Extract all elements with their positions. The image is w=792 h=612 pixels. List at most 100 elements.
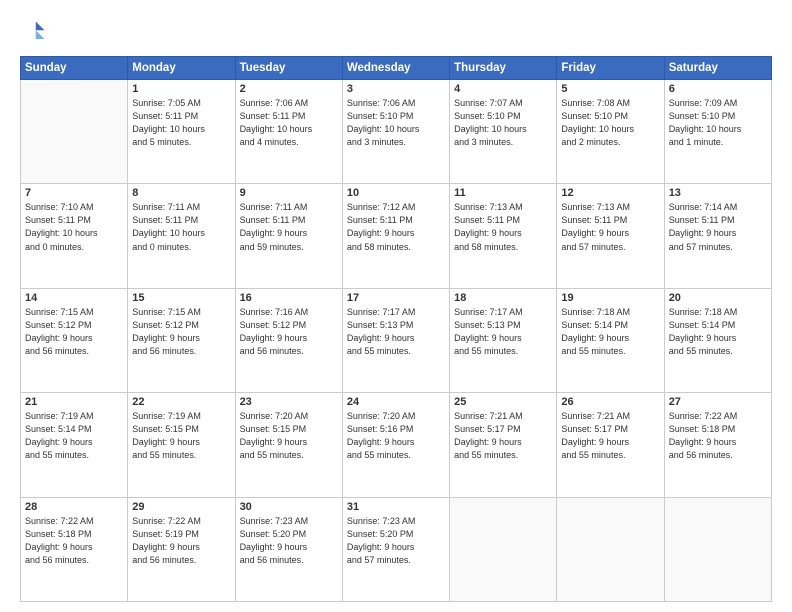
day-number: 5: [561, 83, 659, 95]
day-info: Sunrise: 7:05 AM Sunset: 5:11 PM Dayligh…: [132, 97, 230, 149]
day-info: Sunrise: 7:23 AM Sunset: 5:20 PM Dayligh…: [240, 515, 338, 567]
day-number: 11: [454, 187, 552, 199]
day-info: Sunrise: 7:22 AM Sunset: 5:18 PM Dayligh…: [669, 410, 767, 462]
day-info: Sunrise: 7:09 AM Sunset: 5:10 PM Dayligh…: [669, 97, 767, 149]
day-number: 21: [25, 396, 123, 408]
calendar-day-cell: 21 Sunrise: 7:19 AM Sunset: 5:14 PM Dayli…: [21, 393, 128, 497]
day-info: Sunrise: 7:12 AM Sunset: 5:11 PM Dayligh…: [347, 201, 445, 253]
calendar-day-cell: 4Sunrise: 7:07 AM Sunset: 5:10 PM Daylig…: [450, 80, 557, 184]
day-number: 30: [240, 501, 338, 513]
day-number: 15: [132, 292, 230, 304]
calendar-day-cell: 10 Sunrise: 7:12 AM Sunset: 5:11 PM Dayli…: [342, 184, 449, 288]
calendar-day-cell: 1 Sunrise: 7:05 AM Sunset: 5:11 PM Daylig…: [128, 80, 235, 184]
day-info: Sunrise: 7:11 AM Sunset: 5:11 PM Dayligh…: [132, 201, 230, 253]
calendar-day-cell: [557, 497, 664, 601]
day-number: 25: [454, 396, 552, 408]
day-info: Sunrise: 7:19 AM Sunset: 5:14 PM Dayligh…: [25, 410, 123, 462]
header: [20, 18, 772, 46]
day-number: 9: [240, 187, 338, 199]
logo: [20, 18, 52, 46]
calendar-day-cell: 23 Sunrise: 7:20 AM Sunset: 5:15 PM Dayli…: [235, 393, 342, 497]
day-number: 18: [454, 292, 552, 304]
day-number: 3: [347, 83, 445, 95]
day-info: Sunrise: 7:18 AM Sunset: 5:14 PM Dayligh…: [561, 306, 659, 358]
weekday-header-cell: Saturday: [664, 57, 771, 80]
calendar-day-cell: 22 Sunrise: 7:19 AM Sunset: 5:15 PM Dayli…: [128, 393, 235, 497]
calendar-day-cell: 9Sunrise: 7:11 AM Sunset: 5:11 PM Daylig…: [235, 184, 342, 288]
day-info: Sunrise: 7:20 AM Sunset: 5:16 PM Dayligh…: [347, 410, 445, 462]
day-number: 14: [25, 292, 123, 304]
day-info: Sunrise: 7:19 AM Sunset: 5:15 PM Dayligh…: [132, 410, 230, 462]
weekday-header-cell: Wednesday: [342, 57, 449, 80]
calendar-day-cell: 16Sunrise: 7:16 AM Sunset: 5:12 PM Dayli…: [235, 288, 342, 392]
day-info: Sunrise: 7:18 AM Sunset: 5:14 PM Dayligh…: [669, 306, 767, 358]
day-info: Sunrise: 7:21 AM Sunset: 5:17 PM Dayligh…: [561, 410, 659, 462]
calendar-day-cell: 26 Sunrise: 7:21 AM Sunset: 5:17 PM Dayli…: [557, 393, 664, 497]
calendar-week-row: 28 Sunrise: 7:22 AM Sunset: 5:18 PM Dayli…: [21, 497, 772, 601]
calendar-day-cell: 28 Sunrise: 7:22 AM Sunset: 5:18 PM Dayli…: [21, 497, 128, 601]
day-info: Sunrise: 7:10 AM Sunset: 5:11 PM Dayligh…: [25, 201, 123, 253]
day-info: Sunrise: 7:13 AM Sunset: 5:11 PM Dayligh…: [561, 201, 659, 253]
calendar-day-cell: 13 Sunrise: 7:14 AM Sunset: 5:11 PM Dayli…: [664, 184, 771, 288]
calendar-body: 1 Sunrise: 7:05 AM Sunset: 5:11 PM Daylig…: [21, 80, 772, 602]
day-info: Sunrise: 7:16 AM Sunset: 5:12 PM Dayligh…: [240, 306, 338, 358]
day-info: Sunrise: 7:21 AM Sunset: 5:17 PM Dayligh…: [454, 410, 552, 462]
day-number: 17: [347, 292, 445, 304]
day-info: Sunrise: 7:06 AM Sunset: 5:11 PM Dayligh…: [240, 97, 338, 149]
day-info: Sunrise: 7:06 AM Sunset: 5:10 PM Dayligh…: [347, 97, 445, 149]
day-info: Sunrise: 7:22 AM Sunset: 5:18 PM Dayligh…: [25, 515, 123, 567]
day-number: 4: [454, 83, 552, 95]
day-info: Sunrise: 7:15 AM Sunset: 5:12 PM Dayligh…: [132, 306, 230, 358]
day-number: 8: [132, 187, 230, 199]
day-info: Sunrise: 7:14 AM Sunset: 5:11 PM Dayligh…: [669, 201, 767, 253]
calendar-day-cell: 6 Sunrise: 7:09 AM Sunset: 5:10 PM Daylig…: [664, 80, 771, 184]
calendar-day-cell: 8 Sunrise: 7:11 AM Sunset: 5:11 PM Daylig…: [128, 184, 235, 288]
day-number: 2: [240, 83, 338, 95]
calendar-week-row: 14 Sunrise: 7:15 AM Sunset: 5:12 PM Dayli…: [21, 288, 772, 392]
day-number: 6: [669, 83, 767, 95]
day-info: Sunrise: 7:23 AM Sunset: 5:20 PM Dayligh…: [347, 515, 445, 567]
day-number: 29: [132, 501, 230, 513]
day-number: 28: [25, 501, 123, 513]
day-info: Sunrise: 7:17 AM Sunset: 5:13 PM Dayligh…: [347, 306, 445, 358]
calendar-day-cell: 2 Sunrise: 7:06 AM Sunset: 5:11 PM Daylig…: [235, 80, 342, 184]
calendar-week-row: 7 Sunrise: 7:10 AM Sunset: 5:11 PM Daylig…: [21, 184, 772, 288]
day-number: 1: [132, 83, 230, 95]
day-number: 26: [561, 396, 659, 408]
calendar-day-cell: 20 Sunrise: 7:18 AM Sunset: 5:14 PM Dayli…: [664, 288, 771, 392]
calendar-day-cell: 7 Sunrise: 7:10 AM Sunset: 5:11 PM Daylig…: [21, 184, 128, 288]
calendar-day-cell: [664, 497, 771, 601]
calendar-week-row: 1 Sunrise: 7:05 AM Sunset: 5:11 PM Daylig…: [21, 80, 772, 184]
calendar-day-cell: 15 Sunrise: 7:15 AM Sunset: 5:12 PM Dayli…: [128, 288, 235, 392]
calendar-day-cell: 24 Sunrise: 7:20 AM Sunset: 5:16 PM Dayli…: [342, 393, 449, 497]
day-info: Sunrise: 7:17 AM Sunset: 5:13 PM Dayligh…: [454, 306, 552, 358]
day-number: 31: [347, 501, 445, 513]
calendar-day-cell: 31 Sunrise: 7:23 AM Sunset: 5:20 PM Dayli…: [342, 497, 449, 601]
day-number: 24: [347, 396, 445, 408]
page: SundayMondayTuesdayWednesdayThursdayFrid…: [0, 0, 792, 612]
weekday-header-cell: Friday: [557, 57, 664, 80]
weekday-header-cell: Tuesday: [235, 57, 342, 80]
day-number: 12: [561, 187, 659, 199]
day-number: 23: [240, 396, 338, 408]
weekday-header-cell: Thursday: [450, 57, 557, 80]
day-number: 13: [669, 187, 767, 199]
day-info: Sunrise: 7:22 AM Sunset: 5:19 PM Dayligh…: [132, 515, 230, 567]
day-number: 19: [561, 292, 659, 304]
day-info: Sunrise: 7:08 AM Sunset: 5:10 PM Dayligh…: [561, 97, 659, 149]
day-number: 10: [347, 187, 445, 199]
calendar-day-cell: 19 Sunrise: 7:18 AM Sunset: 5:14 PM Dayli…: [557, 288, 664, 392]
weekday-header-row: SundayMondayTuesdayWednesdayThursdayFrid…: [21, 57, 772, 80]
weekday-header-cell: Monday: [128, 57, 235, 80]
day-number: 27: [669, 396, 767, 408]
day-number: 20: [669, 292, 767, 304]
day-number: 22: [132, 396, 230, 408]
calendar-day-cell: 30 Sunrise: 7:23 AM Sunset: 5:20 PM Dayli…: [235, 497, 342, 601]
calendar-day-cell: 18 Sunrise: 7:17 AM Sunset: 5:13 PM Dayli…: [450, 288, 557, 392]
day-info: Sunrise: 7:13 AM Sunset: 5:11 PM Dayligh…: [454, 201, 552, 253]
day-number: 7: [25, 187, 123, 199]
calendar-day-cell: 5 Sunrise: 7:08 AM Sunset: 5:10 PM Daylig…: [557, 80, 664, 184]
calendar-day-cell: 27 Sunrise: 7:22 AM Sunset: 5:18 PM Dayli…: [664, 393, 771, 497]
day-info: Sunrise: 7:20 AM Sunset: 5:15 PM Dayligh…: [240, 410, 338, 462]
calendar-day-cell: 25 Sunrise: 7:21 AM Sunset: 5:17 PM Dayli…: [450, 393, 557, 497]
